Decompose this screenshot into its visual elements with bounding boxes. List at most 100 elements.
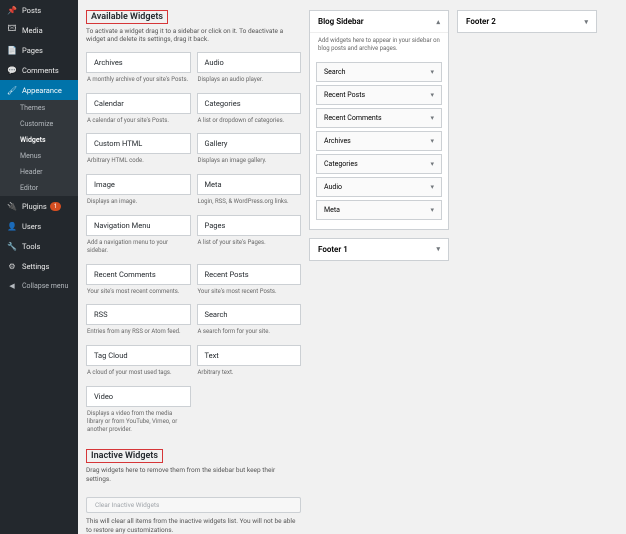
- submenu-item[interactable]: Header: [0, 164, 78, 180]
- widget-area-footer2: Footer 2 ▾: [457, 10, 597, 33]
- menu-item[interactable]: 👤Users: [0, 216, 78, 236]
- widget-handle[interactable]: Audio: [197, 52, 302, 73]
- placed-widget[interactable]: Recent Comments ▾: [316, 108, 442, 128]
- widget-handle[interactable]: RSS: [86, 304, 191, 325]
- menu-item[interactable]: 📄Pages: [0, 40, 78, 60]
- chevron-down-icon: ▾: [430, 160, 434, 168]
- menu-label: Appearance: [22, 86, 62, 95]
- placed-widget-label: Categories: [324, 160, 358, 168]
- widget-handle[interactable]: Search: [197, 304, 302, 325]
- menu-appearance[interactable]: 🖌 Appearance: [0, 80, 78, 100]
- menu-icon: 🔌: [7, 201, 17, 211]
- menu-label: Posts: [22, 6, 41, 15]
- collapse-icon: ◀: [7, 281, 17, 291]
- area-title: Footer 2: [466, 17, 496, 26]
- menu-icon: 🔧: [7, 241, 17, 251]
- widget-handle[interactable]: Tag Cloud: [86, 345, 191, 366]
- widget-handle[interactable]: Pages: [197, 215, 302, 236]
- menu-icon: ⚙: [7, 261, 17, 271]
- placed-widget-label: Audio: [324, 183, 342, 191]
- widget-handle[interactable]: Image: [86, 174, 191, 195]
- widget-handle[interactable]: Archives: [86, 52, 191, 73]
- placed-widget-label: Recent Posts: [324, 91, 365, 99]
- collapse-menu[interactable]: ◀ Collapse menu: [0, 276, 78, 296]
- submenu-item[interactable]: Menus: [0, 148, 78, 164]
- placed-widget-label: Search: [324, 68, 346, 76]
- available-widget: CategoriesA list or dropdown of categori…: [197, 93, 302, 131]
- menu-icon: 👤: [7, 221, 17, 231]
- widget-handle[interactable]: Meta: [197, 174, 302, 195]
- widget-desc: Displays an image.: [86, 195, 191, 212]
- widget-desc: Entries from any RSS or Atom feed.: [86, 325, 191, 342]
- available-widgets-grid: ArchivesA monthly archive of your site's…: [86, 52, 301, 440]
- placed-widget[interactable]: Archives ▾: [316, 131, 442, 151]
- widget-desc: Login, RSS, & WordPress.org links.: [197, 195, 302, 212]
- widget-handle[interactable]: Recent Posts: [197, 264, 302, 285]
- menu-label: Media: [22, 26, 43, 35]
- widget-handle[interactable]: Calendar: [86, 93, 191, 114]
- update-badge: 1: [50, 202, 61, 211]
- placed-widget[interactable]: Audio▾: [316, 177, 442, 197]
- widget-handle[interactable]: Recent Comments: [86, 264, 191, 285]
- available-widget: Tag CloudA cloud of your most used tags.: [86, 345, 191, 383]
- chevron-down-icon: ▾: [430, 68, 434, 76]
- placed-widget[interactable]: Categories ▾: [316, 154, 442, 174]
- menu-label: Settings: [22, 262, 49, 271]
- available-widget: Navigation MenuAdd a navigation menu to …: [86, 215, 191, 261]
- submenu-item[interactable]: Widgets: [0, 132, 78, 148]
- available-widget: Recent CommentsYour site's most recent c…: [86, 264, 191, 302]
- submenu-item[interactable]: Customize: [0, 116, 78, 132]
- menu-item[interactable]: 💬Comments: [0, 60, 78, 80]
- widget-desc: A monthly archive of your site's Posts.: [86, 73, 191, 90]
- widget-handle[interactable]: Navigation Menu: [86, 215, 191, 236]
- widget-handle[interactable]: Video: [86, 386, 191, 407]
- inactive-widgets-heading: Inactive Widgets: [86, 449, 163, 463]
- menu-icon: 📌: [7, 5, 17, 15]
- area-title: Footer 1: [318, 245, 348, 254]
- widget-desc: Your site's most recent Posts.: [197, 285, 302, 302]
- clear-note: This will clear all items from the inact…: [86, 517, 301, 534]
- menu-label: Plugins: [22, 202, 47, 211]
- placed-widget[interactable]: Search ▾: [316, 62, 442, 82]
- submenu-item[interactable]: Themes: [0, 100, 78, 116]
- placed-widget[interactable]: Recent Posts▾: [316, 85, 442, 105]
- widget-desc: A list of your site's Pages.: [197, 236, 302, 253]
- area-header[interactable]: Blog Sidebar ▴: [310, 11, 448, 33]
- widget-desc: Displays an image gallery.: [197, 154, 302, 171]
- placed-widget-label: Recent Comments: [324, 114, 382, 122]
- menu-item[interactable]: 🔧Tools: [0, 236, 78, 256]
- menu-item[interactable]: 🔌 Plugins1: [0, 196, 78, 216]
- widget-handle[interactable]: Custom HTML: [86, 133, 191, 154]
- chevron-down-icon: ▾: [430, 114, 434, 122]
- widget-handle[interactable]: Categories: [197, 93, 302, 114]
- widget-desc: Your site's most recent comments.: [86, 285, 191, 302]
- menu-item[interactable]: ⚙ Settings: [0, 256, 78, 276]
- widget-desc: A calendar of your site's Posts.: [86, 114, 191, 131]
- placed-widget[interactable]: Meta▾: [316, 200, 442, 220]
- brush-icon: 🖌: [7, 85, 17, 95]
- menu-label: Pages: [22, 46, 43, 55]
- available-widget: RSSEntries from any RSS or Atom feed.: [86, 304, 191, 342]
- area-header[interactable]: Footer 2 ▾: [458, 11, 596, 32]
- menu-item[interactable]: 🖾Media: [0, 20, 78, 40]
- widget-desc: Add a navigation menu to your sidebar.: [86, 236, 191, 261]
- submenu-item[interactable]: Editor: [0, 180, 78, 196]
- available-widget: PagesA list of your site's Pages.: [197, 215, 302, 261]
- clear-inactive-button[interactable]: Clear Inactive Widgets: [86, 497, 301, 513]
- widget-handle[interactable]: Gallery: [197, 133, 302, 154]
- widget-area-footer1: Footer 1 ▾: [309, 238, 449, 261]
- placed-widget-label: Archives: [324, 137, 351, 145]
- widget-desc: A list or dropdown of categories.: [197, 114, 302, 131]
- chevron-down-icon: ▾: [436, 245, 440, 253]
- chevron-down-icon: ▾: [430, 137, 434, 145]
- widget-handle[interactable]: Text: [197, 345, 302, 366]
- available-widget: TextArbitrary text.: [197, 345, 302, 383]
- available-widget: ImageDisplays an image.: [86, 174, 191, 212]
- main-content: Available Widgets To activate a widget d…: [78, 0, 626, 534]
- menu-item[interactable]: 📌 Posts: [0, 0, 78, 20]
- area-header[interactable]: Footer 1 ▾: [310, 239, 448, 260]
- placed-widget-label: Meta: [324, 206, 340, 214]
- widget-desc: Displays a video from the media library …: [86, 407, 191, 439]
- area-desc: Add widgets here to appear in your sideb…: [310, 33, 448, 59]
- admin-sidebar: 📌 Posts 🖾Media📄Pages💬Comments 🖌 Appearance…: [0, 0, 78, 534]
